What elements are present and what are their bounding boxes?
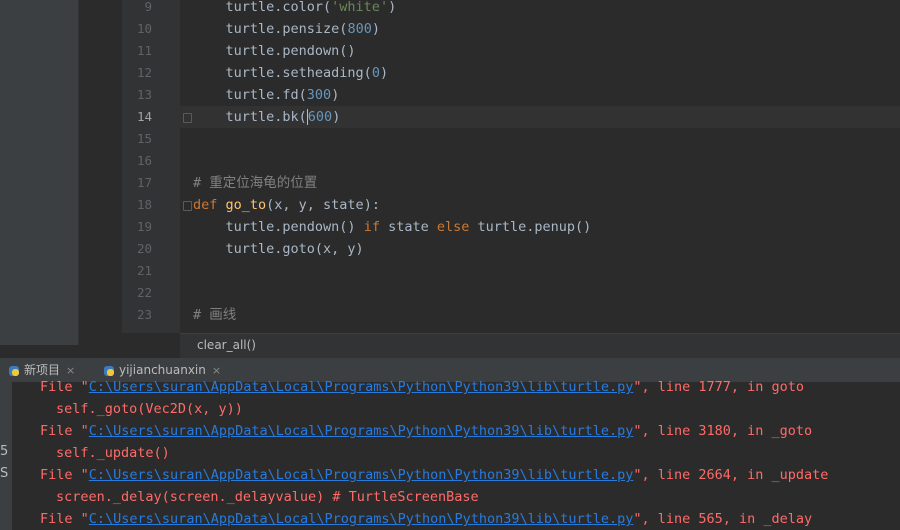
code-token: 800 [347, 21, 372, 37]
line-number: 13 [136, 87, 152, 102]
line-number: 14 [136, 109, 152, 124]
run-console[interactable]: 5 S File "C:\Users\suran\AppData\Local\P… [0, 379, 900, 530]
console-text: File " [40, 423, 89, 439]
code-text[interactable]: turtle.pendown() [193, 40, 356, 62]
code-token: turtle.setheading( [193, 65, 372, 81]
code-token: else [436, 219, 478, 235]
file-link[interactable]: C:\Users\suran\AppData\Local\Programs\Py… [89, 379, 634, 395]
code-token: 300 [306, 87, 332, 103]
code-text[interactable]: def go_to(x, y, state): [193, 194, 380, 216]
code-token: turtle.bk( [193, 109, 307, 125]
python-icon [9, 365, 19, 376]
code-token: 'white' [331, 0, 389, 15]
python-icon [104, 365, 114, 376]
line-number: 23 [136, 307, 152, 322]
code-text[interactable]: turtle.goto(x, y) [193, 238, 364, 260]
project-panel [0, 0, 79, 345]
code-token: turtle.pendown() [193, 219, 364, 235]
side-toolbar-glyph[interactable]: S [0, 466, 8, 481]
line-number: 15 [136, 131, 152, 146]
console-line: File "C:\Users\suran\AppData\Local\Progr… [40, 420, 812, 442]
line-number: 20 [136, 241, 152, 256]
run-tab-label: 新项目 [24, 363, 61, 377]
line-number: 12 [136, 65, 152, 80]
code-text[interactable]: turtle.bk(600) [193, 106, 340, 128]
code-token: ) [332, 109, 341, 125]
console-text: ", line 565, in _delay [633, 511, 813, 527]
line-number: 22 [136, 285, 152, 300]
code-text[interactable]: turtle.setheading(0) [193, 62, 389, 84]
file-link[interactable]: C:\Users\suran\AppData\Local\Programs\Py… [89, 467, 634, 483]
line-number: 21 [136, 263, 152, 278]
run-tab-label: yijianchuanxin [119, 363, 206, 377]
code-token: # 重定位海龟的位置 [193, 175, 318, 191]
code-token: turtle.goto(x, y) [193, 241, 364, 257]
code-text[interactable]: turtle.fd(300) [193, 84, 340, 106]
code-token: ) [371, 21, 380, 37]
line-number: 18 [136, 197, 152, 212]
console-text: ", line 2664, in _update [633, 467, 829, 483]
code-line[interactable] [180, 260, 900, 282]
breadcrumb[interactable]: clear_all() [197, 338, 256, 352]
console-text: File " [40, 511, 89, 527]
line-number: 17 [136, 175, 152, 190]
console-line: self._goto(Vec2D(x, y)) [56, 401, 243, 417]
file-link[interactable]: C:\Users\suran\AppData\Local\Programs\Py… [89, 511, 634, 527]
console-line: screen._delay(screen._delayvalue) # Turt… [56, 489, 479, 505]
code-token: (x, y, state): [266, 197, 380, 213]
code-token: ) [379, 65, 389, 81]
code-token: ) [388, 0, 397, 15]
file-link[interactable]: C:\Users\suran\AppData\Local\Programs\Py… [89, 423, 634, 439]
code-token: def [193, 197, 226, 213]
code-text[interactable]: # 画线 [193, 304, 236, 326]
code-line[interactable] [180, 128, 900, 150]
console-line: File "C:\Users\suran\AppData\Local\Progr… [40, 464, 828, 486]
line-number: 19 [136, 219, 152, 234]
code-token: turtle.pendown() [193, 43, 356, 59]
code-line[interactable] [180, 304, 900, 326]
side-toolbar-glyph[interactable]: 5 [0, 444, 8, 459]
fold-marker-icon[interactable] [183, 113, 192, 123]
code-token: state [388, 219, 437, 235]
breadcrumb-bar: clear_all() [180, 333, 900, 359]
fold-marker-icon[interactable] [183, 201, 192, 211]
code-line[interactable] [180, 150, 900, 172]
code-line[interactable] [180, 282, 900, 304]
code-token: 0 [371, 65, 380, 81]
line-number: 9 [144, 0, 152, 14]
line-number: 11 [136, 43, 152, 58]
console-line: File "C:\Users\suran\AppData\Local\Progr… [40, 508, 812, 530]
code-text[interactable]: # 重定位海龟的位置 [193, 172, 317, 194]
console-text: ", line 1777, in goto [633, 379, 805, 395]
code-token: go_to [225, 197, 267, 213]
code-token: ) [331, 87, 340, 103]
code-token: turtle.pensize( [193, 21, 348, 37]
code-token: turtle.color( [193, 0, 332, 15]
code-token: turtle.penup() [477, 219, 592, 235]
line-number: 16 [136, 153, 152, 168]
code-text[interactable]: turtle.color('white') [193, 0, 397, 18]
code-token: turtle.fd( [193, 87, 307, 103]
code-text[interactable]: turtle.pendown() if state else turtle.pe… [193, 216, 592, 238]
console-text: File " [40, 467, 89, 483]
console-text: File " [40, 379, 89, 395]
console-line: self._update() [56, 445, 170, 461]
line-number: 10 [136, 21, 152, 36]
code-token: # 画线 [193, 307, 237, 323]
console-text: ", line 3180, in _goto [633, 423, 813, 439]
code-token: if [363, 219, 389, 235]
console-line: File "C:\Users\suran\AppData\Local\Progr… [40, 376, 804, 398]
code-token: 600 [307, 109, 333, 125]
code-text[interactable]: turtle.pensize(800) [193, 18, 380, 40]
